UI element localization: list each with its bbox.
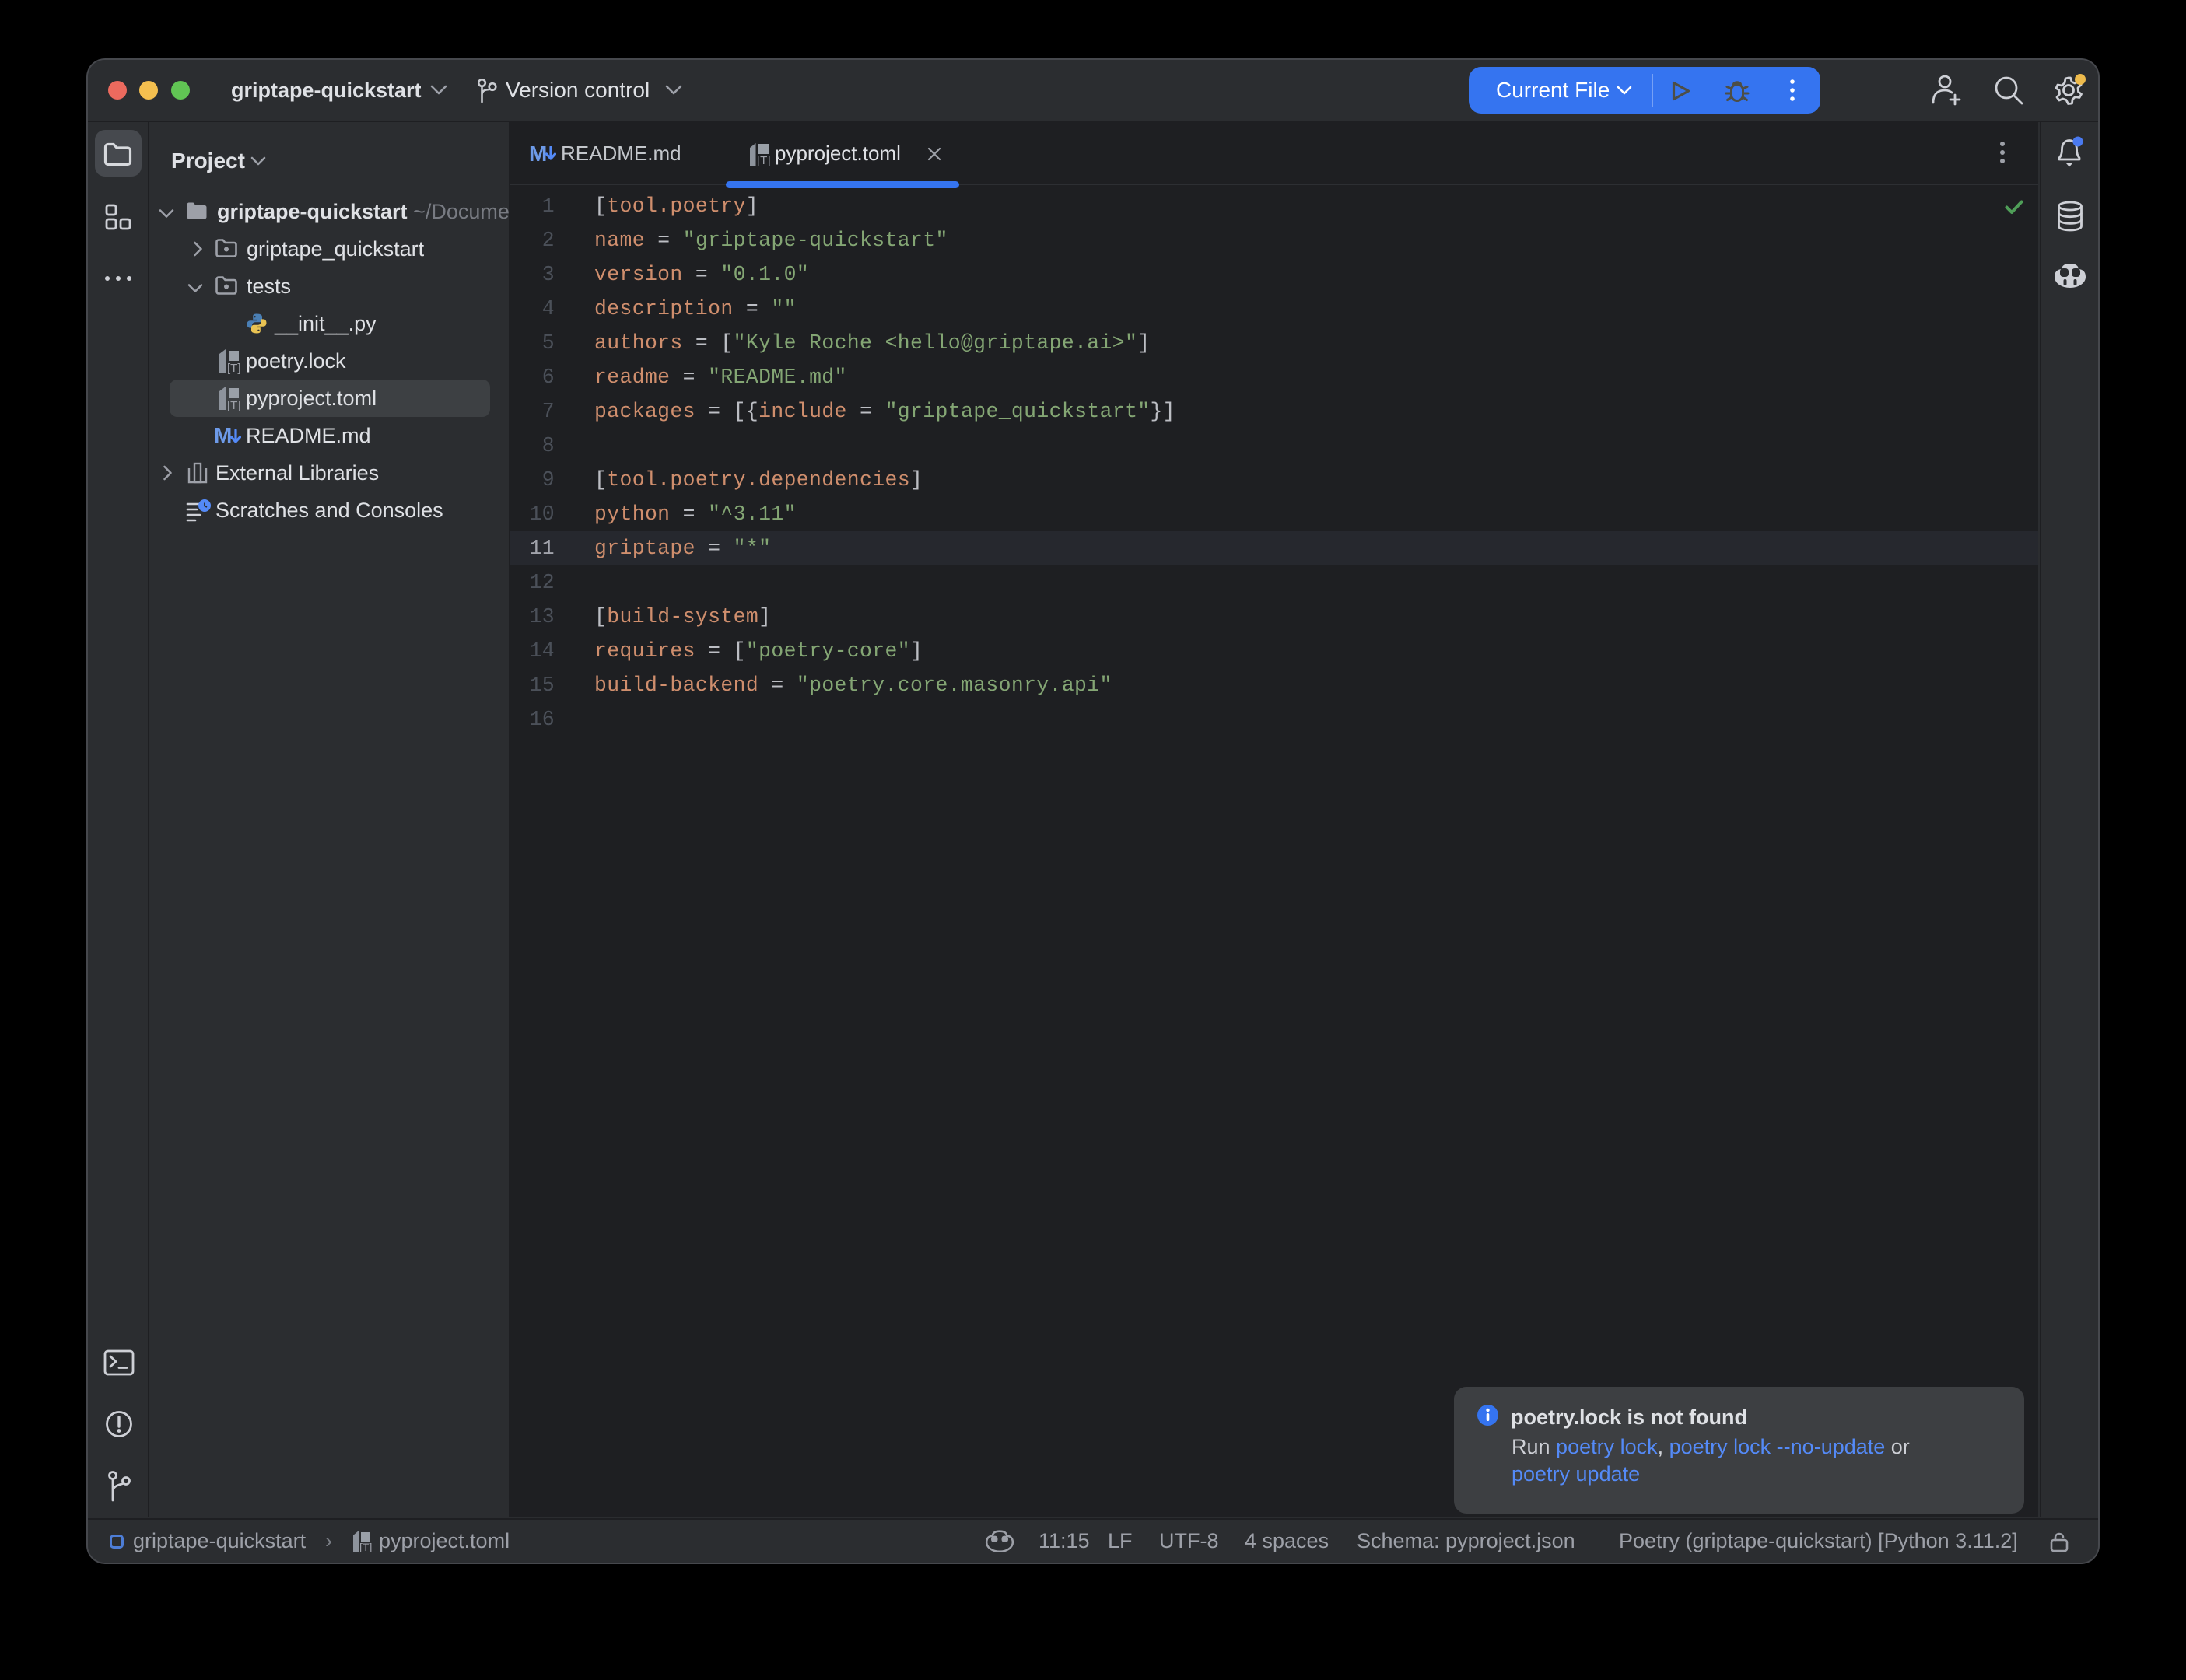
- svg-text:[T]: [T]: [227, 399, 241, 411]
- svg-text:[T]: [T]: [359, 1541, 372, 1552]
- svg-text:[T]: [T]: [757, 154, 770, 166]
- svg-text:[T]: [T]: [227, 362, 241, 374]
